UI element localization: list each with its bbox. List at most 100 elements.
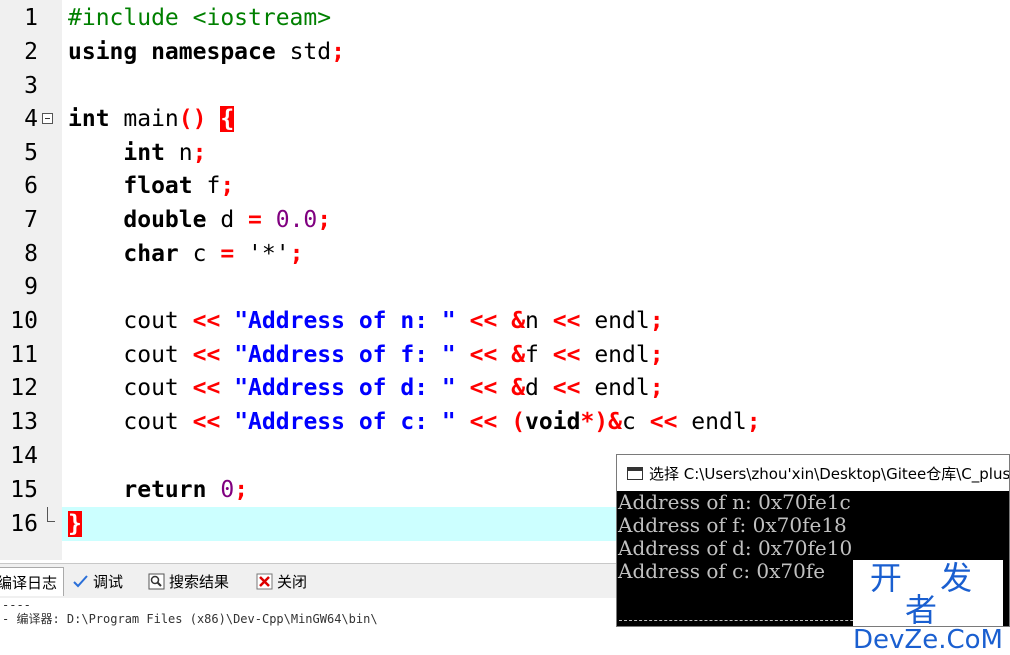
code-line-9[interactable]: 9 [0,270,1010,304]
line-number: 12 [10,375,38,401]
code-line-10[interactable]: 10 cout << "Address of n: " << &n << end… [0,304,1010,338]
line-number: 6 [24,173,38,199]
code-line-8[interactable]: 8 char c = '*'; [0,237,1010,271]
matched-brace-open: { [220,106,235,132]
shift-operator: << [552,375,581,401]
line-number: 15 [10,477,38,503]
shift-operator: << [552,308,581,334]
bottom-panel-tabs: 编译日志 调试 搜索结果 关闭 [0,563,620,598]
identifier: cout [123,308,179,334]
console-title-bar[interactable]: 选择 C:\Users\zhou'xin\Desktop\Gitee仓库\C_p… [617,455,1009,491]
string-literal: "Address of d: " [234,375,456,401]
code-line-7[interactable]: 7 double d = 0.0; [0,203,1010,237]
identifier: endl [594,375,650,401]
matched-brace-close: } [68,511,82,537]
keyword: using namespace [68,39,276,65]
tab-label: 搜索结果 [169,572,230,591]
line-number: 13 [10,409,38,435]
identifier: cout [123,342,179,368]
identifier: c [622,409,636,435]
code-line-12[interactable]: 12 cout << "Address of d: " << &d << end… [0,371,1010,405]
identifier: endl [594,308,650,334]
line-number: 8 [24,241,38,267]
tab-close[interactable]: 关闭 [256,567,307,595]
code-line-4[interactable]: 4 int main() { [0,102,1010,136]
address-operator: & [511,308,526,334]
line-number: 3 [24,73,38,99]
semicolon: ; [649,342,664,368]
watermark-logo: 开 发 者 DevZe.CoM [853,559,1003,654]
code-line-13[interactable]: 13 cout << "Address of c: " << (void*)&c… [0,405,1010,439]
line-number: 14 [10,443,38,469]
shift-operator: << [192,342,221,368]
close-icon [256,573,273,590]
semicolon: ; [331,39,345,65]
compile-log-output: ---- - 编译器: D:\Program Files (x86)\Dev-C… [0,598,620,627]
pointer-star: * [580,409,595,435]
tab-search-results[interactable]: 搜索结果 [148,567,229,595]
include-directive: #include <iostream> [68,5,332,31]
line-number: 11 [10,342,38,368]
keyword: int [68,106,110,132]
tab-label: 关闭 [277,572,308,591]
fold-collapse-icon[interactable] [42,113,53,124]
assign-operator: = [220,241,235,267]
code-line-6[interactable]: 6 float f; [0,169,1010,203]
console-title: 选择 C:\Users\zhou'xin\Desktop\Gitee仓库\C_p… [649,464,1009,483]
shift-operator: << [192,409,221,435]
assign-operator: = [248,207,262,233]
semicolon: ; [220,173,235,199]
fold-end-marker-icon [47,507,55,522]
shift-operator: << [469,342,498,368]
line-number: 2 [24,39,38,65]
keyword: double [123,207,207,233]
number-literal: 0 [206,477,235,503]
tab-debug[interactable]: 调试 [72,567,123,595]
code-line-2[interactable]: 2 using namespace std; [0,35,1010,69]
watermark-top-text: 开 发 者 [869,559,987,629]
shift-operator: << [192,375,221,401]
string-literal: "Address of n: " [234,308,456,334]
log-line: - 编译器: D:\Program Files (x86)\Dev-Cpp\Mi… [2,612,378,626]
line-number: 4 [24,106,38,132]
semicolon: ; [649,375,664,401]
identifier: d [525,375,539,401]
code-line-3[interactable]: 3 [0,69,1010,103]
identifier: f [525,342,539,368]
tab-label: 编译日志 [0,573,58,592]
console-line: Address of n: 0x70fe1c [618,491,851,514]
log-line: ---- [2,598,31,612]
keyword: int [123,140,165,166]
code-line-1[interactable]: 1 #include <iostream> [0,1,1010,35]
string-literal: "Address of c: " [234,409,456,435]
semicolon: ; [746,409,761,435]
line-number: 5 [24,140,38,166]
check-icon [72,573,89,590]
watermark-bottom-text: DevZe.CoM [853,625,1003,655]
console-window-icon [627,466,643,480]
string-literal: "Address of f: " [234,342,456,368]
console-line: Address of d: 0x70fe10 [618,536,853,560]
identifier: c [178,241,221,267]
identifier: cout [123,375,179,401]
code-line-11[interactable]: 11 cout << "Address of f: " << &f << end… [0,338,1010,372]
semicolon: ; [234,477,249,503]
identifier: f [192,173,221,199]
address-operator: & [608,409,623,435]
shift-operator: << [192,308,221,334]
identifier: n [525,308,539,334]
code-line-5[interactable]: 5 int n; [0,136,1010,170]
identifier: d [206,207,249,233]
keyword: void [525,409,581,435]
shift-operator: << [552,342,581,368]
line-number: 7 [24,207,38,233]
keyword: float [123,173,193,199]
identifier: n [164,140,193,166]
address-operator: & [511,375,526,401]
cast-close-paren: ) [594,409,609,435]
address-operator: & [511,342,526,368]
semicolon: ; [649,308,664,334]
tab-compile-log[interactable]: 编译日志 [0,567,65,596]
console-line: Address of f: 0x70fe18 [618,513,847,537]
identifier: cout [123,409,179,435]
